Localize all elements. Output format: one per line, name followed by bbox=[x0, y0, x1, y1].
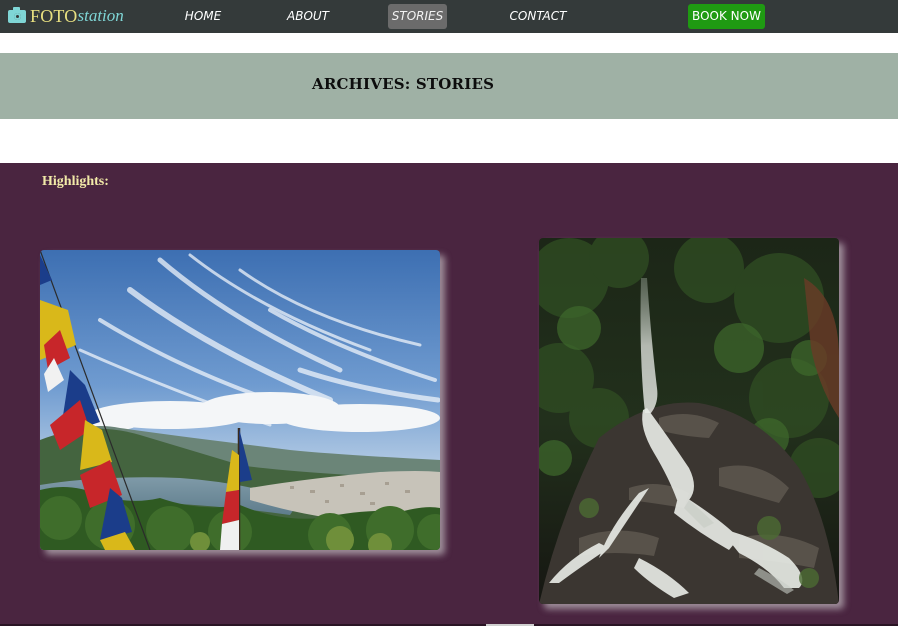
camera-icon bbox=[8, 6, 26, 23]
top-navbar: FOTO station HOME ABOUT STORIES CONTACT … bbox=[0, 0, 898, 33]
brand-logo[interactable]: FOTO station bbox=[8, 4, 124, 28]
nav-link-contact[interactable]: CONTACT bbox=[505, 4, 571, 29]
book-now-button[interactable]: BOOK NOW bbox=[688, 4, 765, 29]
page-title: ARCHIVES: STORIES bbox=[312, 75, 495, 93]
nav-link-about[interactable]: ABOUT bbox=[280, 4, 336, 29]
brand-station-text: station bbox=[77, 6, 124, 25]
highlights-heading: Highlights: bbox=[42, 174, 109, 189]
prayer-flags-valley-photo[interactable] bbox=[40, 250, 440, 550]
nav-link-stories[interactable]: STORIES bbox=[388, 4, 447, 29]
nav-link-home[interactable]: HOME bbox=[178, 4, 228, 29]
waterfall-photo[interactable] bbox=[539, 238, 839, 604]
archive-banner: ARCHIVES: STORIES bbox=[0, 53, 898, 119]
brand-foto-text: FOTO bbox=[30, 5, 78, 26]
highlights-section: Highlights: bbox=[0, 163, 898, 626]
